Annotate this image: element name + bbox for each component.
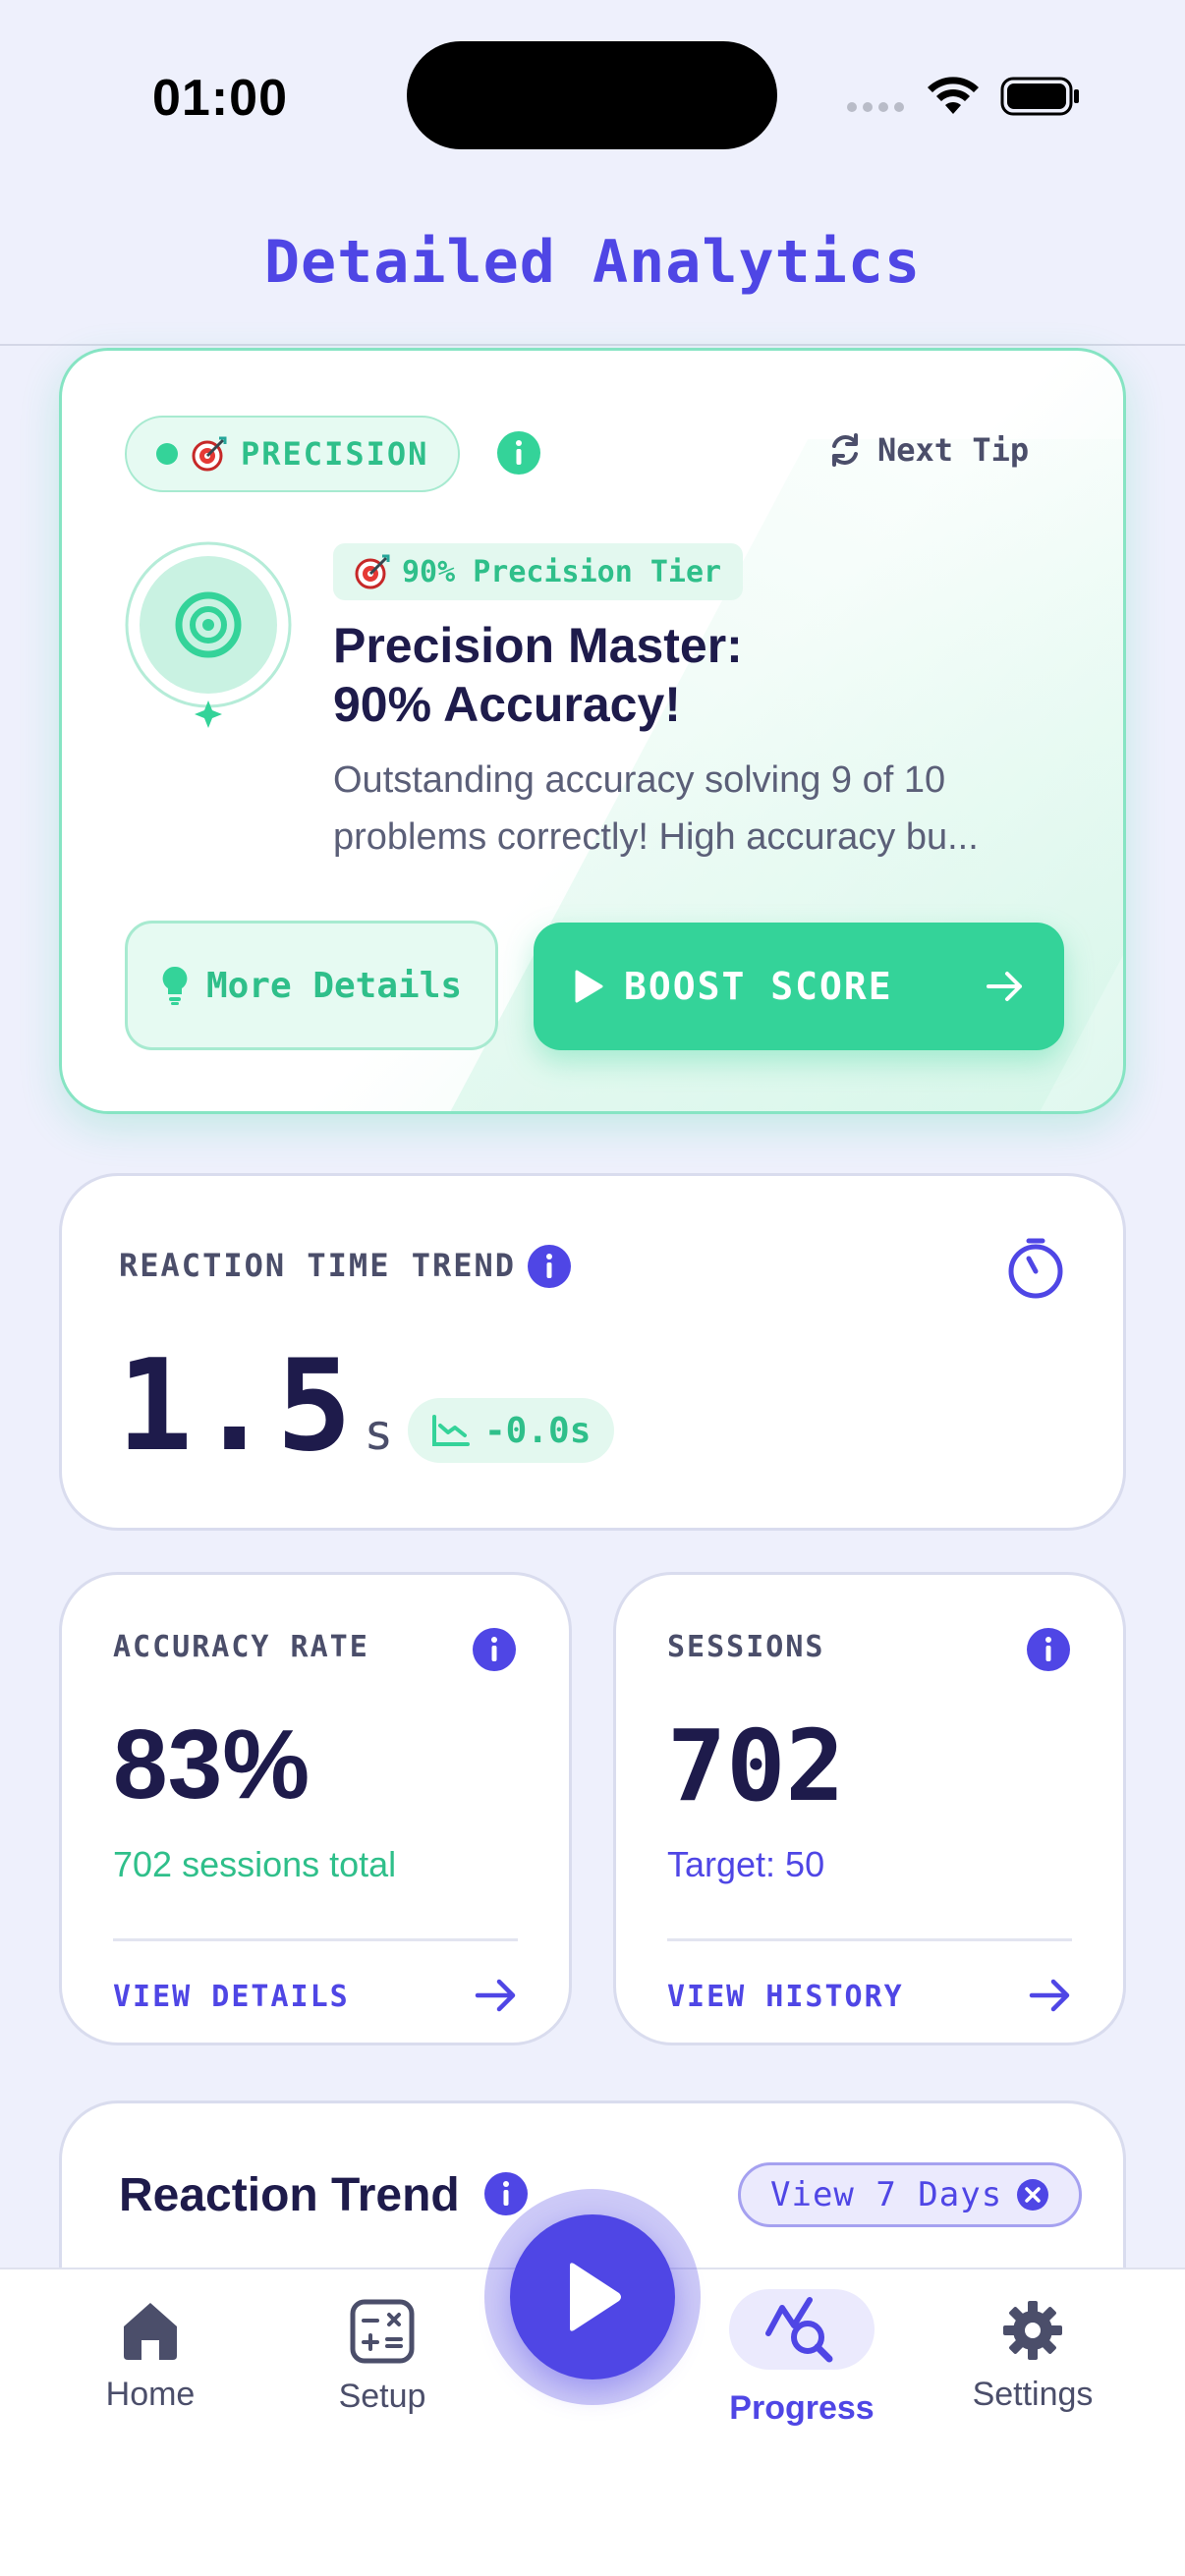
reaction-time-unit: s: [364, 1404, 394, 1461]
reaction-time-number: 1.5: [117, 1333, 357, 1480]
tab-setup-label: Setup: [338, 2378, 426, 2415]
tier-badge: 90% Precision Tier: [333, 543, 744, 600]
wifi-icon: [928, 77, 979, 114]
info-icon[interactable]: [473, 1628, 516, 1671]
next-tip-label: Next Tip: [877, 431, 1030, 469]
timer-icon: [1008, 1238, 1063, 1299]
arrow-right-icon: [987, 972, 1022, 1001]
cellular-signal-icon: [847, 102, 904, 112]
view-details-link[interactable]: VIEW DETAILS: [113, 1980, 350, 2014]
gear-icon: [1003, 2301, 1062, 2360]
boost-score-button[interactable]: BOOST SCORE: [534, 923, 1064, 1050]
tab-home-label: Home: [105, 2376, 196, 2413]
tab-active-indicator: [729, 2289, 875, 2370]
target-icon: [125, 541, 292, 728]
view-history-link[interactable]: VIEW HISTORY: [667, 1980, 904, 2014]
battery-icon: [1000, 77, 1079, 116]
home-icon: [124, 2303, 177, 2360]
tip-description-line1: Outstanding accuracy solving 9 of 10: [333, 759, 946, 801]
play-icon: [575, 970, 603, 1003]
start-play-button[interactable]: [510, 2214, 675, 2380]
tab-progress-label: Progress: [729, 2389, 875, 2427]
tip-title: Precision Master: 90% Accuracy!: [333, 616, 1080, 734]
info-icon[interactable]: [528, 1245, 571, 1288]
arrow-right-icon[interactable]: [475, 1976, 518, 2015]
page-title: Detailed Analytics: [263, 228, 922, 297]
tab-settings[interactable]: Settings: [934, 2299, 1131, 2414]
dynamic-island: [407, 41, 777, 149]
accuracy-rate-value: 83%: [113, 1709, 310, 1820]
status-dot: [156, 443, 178, 465]
tab-home[interactable]: Home: [52, 2299, 249, 2414]
accuracy-rate-card: ACCURACY RATE 83% 702 sessions total VIE…: [59, 1572, 572, 2045]
category-pill: PRECISION: [125, 416, 461, 492]
page-header: Detailed Analytics: [0, 187, 1185, 346]
view-7-days-filter[interactable]: View 7 Days: [738, 2162, 1083, 2227]
dart-target-icon: [355, 554, 390, 589]
divider: [113, 1938, 518, 1941]
status-time: 01:00: [152, 70, 288, 127]
sessions-target: Target: 50: [667, 1844, 825, 1884]
refresh-icon: [832, 433, 858, 467]
more-details-button[interactable]: More Details: [125, 921, 498, 1050]
divider: [667, 1938, 1072, 1941]
tip-description-line2: problems correctly! High accuracy bu...: [333, 816, 979, 858]
next-tip-button[interactable]: Next Tip: [826, 431, 1029, 469]
dart-target-icon: [192, 436, 227, 472]
boost-score-label: BOOST SCORE: [624, 965, 893, 1008]
tab-progress[interactable]: Progress: [704, 2289, 900, 2428]
reaction-trend-title: Reaction Trend: [119, 2169, 460, 2221]
reaction-time-label: REACTION TIME TREND: [119, 1247, 517, 1284]
info-icon[interactable]: [497, 431, 540, 475]
precision-tip-card: PRECISION Next Tip 90% Precision Tier Pr…: [59, 348, 1126, 1114]
tip-title-line1: Precision Master:: [333, 618, 743, 673]
tab-settings-label: Settings: [972, 2376, 1094, 2413]
calculator-icon: [350, 2299, 415, 2364]
tip-description: Outstanding accuracy solving 9 of 10 pro…: [333, 752, 1080, 866]
sessions-card: SESSIONS 702 Target: 50 VIEW HISTORY: [613, 1572, 1126, 2045]
tier-label: 90% Precision Tier: [402, 554, 722, 589]
lightbulb-icon: [162, 966, 188, 1005]
play-icon: [570, 2263, 621, 2331]
reaction-delta-value: -0.0s: [484, 1410, 592, 1451]
reaction-delta-badge: -0.0s: [408, 1398, 615, 1463]
accuracy-rate-subtitle: 702 sessions total: [113, 1844, 397, 1884]
arrow-right-icon[interactable]: [1029, 1976, 1072, 2015]
accuracy-rate-label: ACCURACY RATE: [113, 1630, 369, 1664]
sessions-label: SESSIONS: [667, 1630, 825, 1664]
status-bar: 01:00: [0, 0, 1185, 187]
close-icon[interactable]: [1016, 2178, 1049, 2212]
category-label: PRECISION: [241, 435, 429, 473]
reaction-time-value: 1.5 s: [117, 1333, 393, 1480]
analytics-icon: [765, 2297, 833, 2363]
tip-title-line2: 90% Accuracy!: [333, 677, 681, 732]
info-icon[interactable]: [1027, 1628, 1070, 1671]
trend-chart-icon: [432, 1415, 470, 1446]
info-icon[interactable]: [484, 2172, 528, 2215]
sessions-value: 702: [667, 1708, 845, 1823]
more-details-label: More Details: [205, 965, 463, 1006]
filter-label: View 7 Days: [770, 2175, 1003, 2214]
tab-setup[interactable]: Setup: [284, 2299, 480, 2416]
reaction-time-card: REACTION TIME TREND 1.5 s -0.0s: [59, 1173, 1126, 1531]
